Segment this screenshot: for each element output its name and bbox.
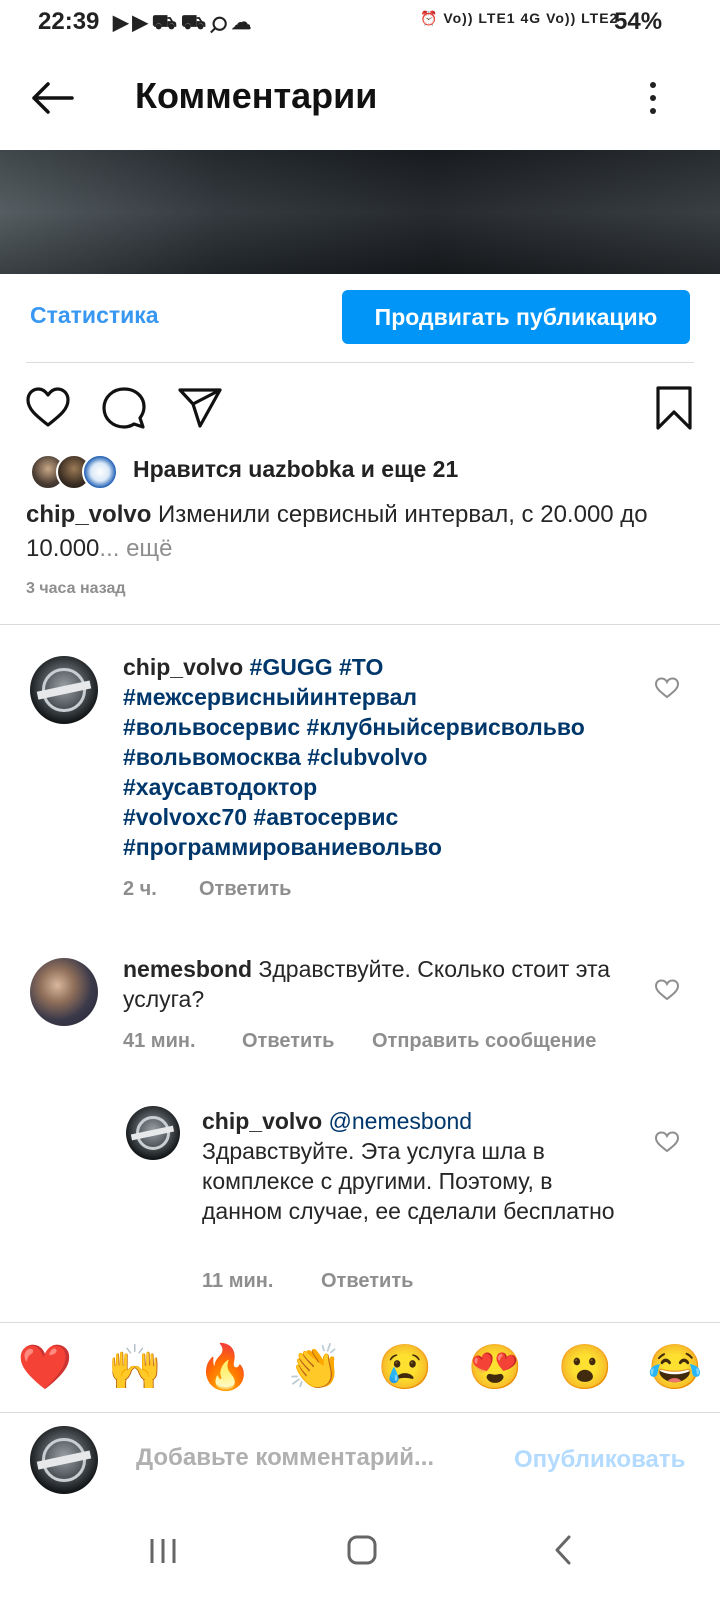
hashtag-link[interactable]: #volvoxc70 [123,804,247,830]
reply-button[interactable]: Ответить [199,878,291,901]
comment-time: 41 мин. [123,1030,196,1052]
nav-back-icon[interactable] [553,1534,573,1566]
hashtag-link[interactable]: #TO [339,654,383,680]
back-arrow-icon[interactable] [28,78,76,118]
recent-apps-icon[interactable] [148,1537,178,1565]
signal-icons: ⏰ Vo)) LTE1 4G Vo)) LTE2 [420,10,619,26]
hashtag-link[interactable]: #вольвомосква [123,744,301,770]
emoji-button[interactable]: 😂 [647,1340,703,1396]
network-label-2: 4G [520,10,542,26]
heart-icon[interactable] [24,384,72,432]
avatar[interactable] [126,1106,180,1160]
post-media[interactable] [0,150,720,274]
comment-input[interactable]: Добавьте комментарий... [136,1444,434,1472]
hashtag-link[interactable]: #хаусавтодоктор [123,774,317,800]
promote-post-button[interactable]: Продвигать публикацию [342,290,690,344]
emoji-button[interactable]: 😍 [467,1340,523,1396]
comment-body: nemesbond Здравствуйте. Сколько стоит эт… [123,954,623,1014]
notification-icons: ▶▶⛟⛟⌕☁ [113,12,256,34]
emoji-button[interactable]: ❤️ [17,1340,73,1396]
emoji-button[interactable]: 😮 [557,1340,613,1396]
avatar[interactable] [30,656,98,724]
hashtag-link[interactable]: #межсервисныйинтервал [123,684,417,710]
emoji-button[interactable]: 🔥 [197,1340,253,1396]
comment-like-icon[interactable] [654,978,680,1002]
comment-like-icon[interactable] [654,676,680,700]
comment-like-icon[interactable] [654,1130,680,1154]
share-icon[interactable] [176,384,224,432]
comment-icon[interactable] [100,384,148,432]
reply-button[interactable]: Ответить [321,1270,413,1293]
comment-username[interactable]: nemesbond [123,956,252,982]
page-title: Комментарии [135,75,378,116]
avatar [82,454,118,490]
comment-body: chip_volvo #GUGG #TO #межсервисныйинтерв… [123,652,633,862]
divider [0,1322,720,1323]
comment-username[interactable]: chip_volvo [202,1108,322,1134]
mention-link[interactable]: @nemesbond [329,1108,473,1134]
comment-time: 11 мин. [202,1270,274,1292]
divider [0,624,720,625]
home-icon[interactable] [346,1534,378,1566]
hashtag-link[interactable]: #клубныйсервисвольво [307,714,585,740]
hashtag-link[interactable]: #вольвосервис [123,714,300,740]
battery-level: 54% [614,8,663,35]
bookmark-icon[interactable] [650,384,698,432]
divider [0,1412,720,1413]
likes-count[interactable]: Нравится uazbobka и еще 21 [133,456,458,483]
network-label-1: Vo)) LTE1 [443,10,516,26]
divider [26,362,694,363]
emoji-button[interactable]: 🙌 [107,1340,163,1396]
publish-button[interactable]: Опубликовать [514,1446,685,1474]
liker-avatars[interactable] [30,454,130,490]
send-message-button[interactable]: Отправить сообщение [372,1030,596,1053]
emoji-button[interactable]: 👏 [287,1340,343,1396]
statistics-link[interactable]: Статистика [30,302,159,329]
hashtag-link[interactable]: #программированиевольво [123,834,442,860]
comment-time: 2 ч. [123,878,157,900]
status-bar: 22:39 ▶▶⛟⛟⌕☁ ⏰ Vo)) LTE1 4G Vo)) LTE2 54… [0,0,720,48]
post-timestamp: 3 часа назад [26,580,126,597]
status-time: 22:39 [38,8,100,35]
reply-button[interactable]: Ответить [242,1030,334,1053]
hashtag-link[interactable]: #GUGG [250,654,333,680]
avatar [30,1426,98,1494]
hashtag-link[interactable]: #clubvolvo [307,744,427,770]
comment-body: chip_volvo @nemesbond Здравствуйте. Эта … [202,1106,622,1226]
emoji-button[interactable]: 😢 [377,1340,433,1396]
caption-username[interactable]: chip_volvo [26,501,151,528]
network-label-3: Vo)) LTE2 [546,10,619,26]
caption-more-link[interactable]: ... ещё [99,535,172,562]
comment-username[interactable]: chip_volvo [123,654,243,680]
hashtag-link[interactable]: #автосервис [253,804,398,830]
emoji-quick-bar: ❤️ 🙌 🔥 👏 😢 😍 😮 😂 [0,1340,720,1400]
avatar[interactable] [30,958,98,1026]
comment-text: Здравствуйте. Эта услуга шла в комплексе… [202,1138,615,1224]
more-options-icon[interactable] [648,82,658,118]
post-caption: chip_volvo Изменили сервисный интервал, … [26,498,686,566]
